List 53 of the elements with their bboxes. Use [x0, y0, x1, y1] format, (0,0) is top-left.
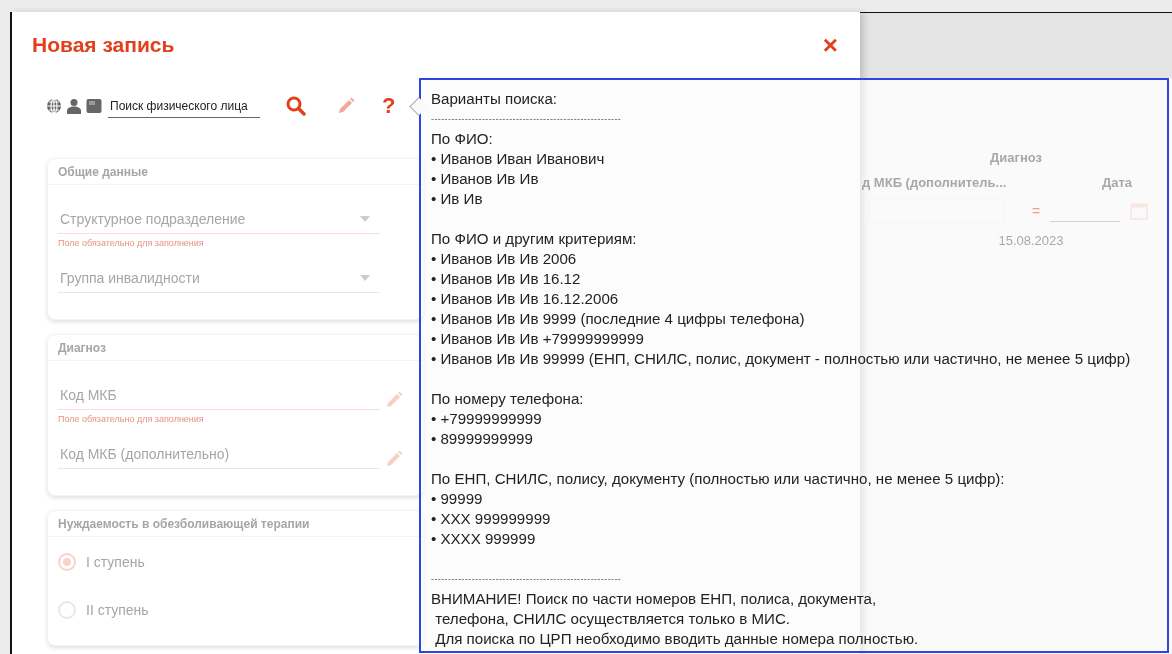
card-icon[interactable] — [86, 98, 102, 114]
example-item: • Иванов Ив Ив 16.12.2006 — [431, 289, 619, 309]
example-item: • +79999999999 — [431, 409, 542, 429]
section-heading: По ФИО: — [431, 129, 493, 149]
table-cell-text: 15.08.2023 — [997, 232, 1064, 248]
column-header: д МКБ (дополнитель... — [862, 175, 1007, 190]
example-item: • Иванов Иван Иванович — [431, 149, 605, 169]
operator-label: = — [1032, 202, 1041, 219]
example-item: • XXXX 999999 — [431, 529, 536, 549]
example-item: • Иванов Ив Ив 16.12 — [431, 269, 581, 289]
example-item: • Ив Ив — [431, 189, 483, 209]
search-icon[interactable] — [286, 96, 306, 116]
example-item: • Иванов Ив Ив 99999 (ЕНП, СНИЛС, полис, документ - полностью или частично, не менее 5 цифр) — [431, 349, 1131, 369]
dashed-rule: -------------------------------------------------------- — [431, 573, 622, 586]
pencil-icon[interactable] — [336, 96, 356, 116]
code-field[interactable]: Код МКБ (дополнительно) — [58, 440, 380, 469]
example-item: • Иванов Ив Ив +79999999999 — [431, 329, 644, 349]
dialog-title: Новая запись — [32, 33, 175, 57]
section-heading: По ЕНП, СНИЛС, полису, документу (полностью или частично, не менее 5 цифр): — [431, 469, 1005, 489]
caret-icon — [360, 216, 370, 222]
example-item: • Иванов Ив Ив 2006 — [431, 249, 577, 269]
warning-text: телефона, СНИЛС осуществляется только в МИС. — [434, 609, 790, 629]
pencil-icon[interactable] — [384, 449, 404, 469]
radio-button[interactable] — [58, 553, 76, 571]
example-item: • 99999 — [431, 489, 483, 509]
example-item: • Иванов Ив Ив 9999 (последние 4 цифры телефона) — [431, 309, 805, 329]
help-button[interactable]: ? — [382, 93, 396, 119]
person-icon[interactable] — [66, 98, 82, 114]
column-header: Дата — [1101, 175, 1132, 190]
field-hint: Поле обязательно для заполнения — [58, 413, 205, 424]
code-field[interactable]: Код МКБ — [58, 381, 380, 410]
dashed-rule: -------------------------------------------------------- — [431, 113, 622, 126]
card-title: Диагноз — [58, 340, 106, 355]
example-item: • XXX 999999999 — [431, 509, 551, 529]
example-item: • Иванов Ив Ив — [431, 169, 539, 189]
radio-label: I ступень — [86, 554, 145, 570]
card-title: Общие данные — [58, 164, 148, 179]
section-heading: По ФИО и другим критериям: — [431, 229, 637, 249]
pencil-icon[interactable] — [384, 390, 404, 410]
globe-icon[interactable] — [46, 98, 62, 114]
caret-icon — [360, 275, 370, 281]
card-title: Нуждаемость в обезболивающей терапии — [58, 516, 310, 531]
warning-text: ВНИМАНИЕ! Поиск по части номеров ЕНП, полиса, документа, — [431, 589, 877, 609]
field-hint: Поле обязательно для заполнения — [58, 237, 205, 248]
column-group-heading: Диагноз — [990, 150, 1042, 165]
select-field[interactable]: Группа инвалидности — [58, 264, 380, 293]
section-heading: По номеру телефона: — [431, 389, 584, 409]
radio-label: II ступень — [86, 602, 149, 618]
example-item: • 89999999999 — [431, 429, 533, 449]
close-button[interactable]: × — [820, 32, 840, 58]
tooltip-title: Варианты поиска: — [431, 89, 558, 109]
select-field[interactable]: Структурное подразделение — [58, 205, 380, 234]
warning-text: Для поиска по ЦРП необходимо вводить данные номера полностью. — [434, 629, 919, 649]
